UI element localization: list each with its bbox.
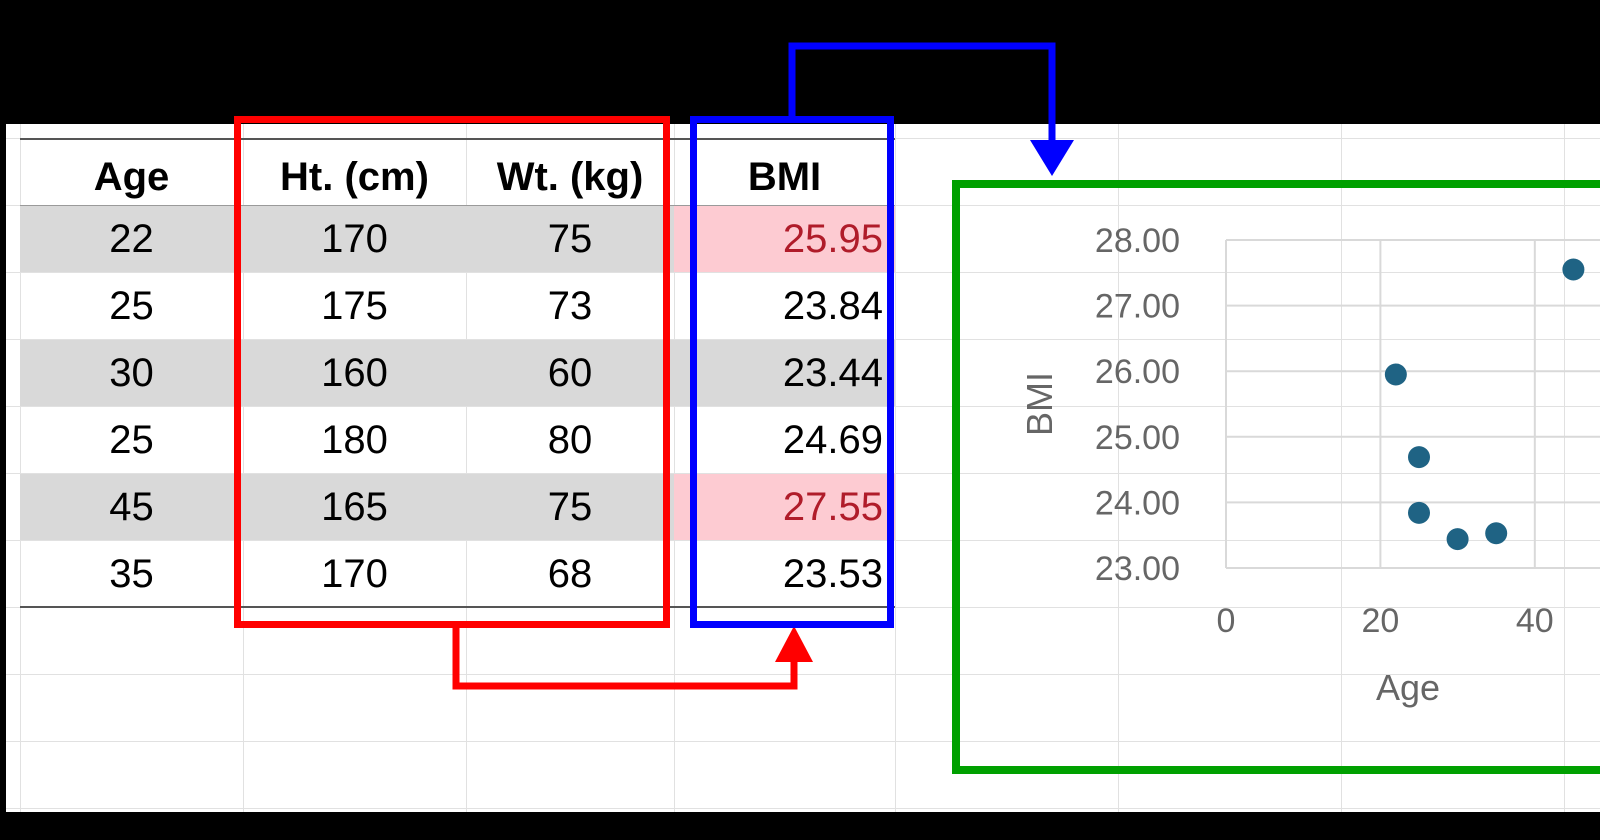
y-tick-label: 27.00 — [1095, 288, 1180, 326]
chart-svg: 28.00 27.00 26.00 25.00 24.00 23.00 0 20 40 Age BM… — [1019, 222, 1600, 708]
data-point — [1562, 258, 1585, 281]
x-tick-label: 20 — [1361, 602, 1399, 640]
output-column-highlight — [690, 116, 894, 628]
data-point — [1408, 501, 1430, 524]
x-tick-label: 40 — [1516, 602, 1554, 640]
x-tick-label: 0 — [1217, 602, 1236, 640]
x-axis-title: Age — [1376, 667, 1440, 708]
scatter-chart[interactable]: 28.00 27.00 26.00 25.00 24.00 23.00 0 20 40 Age BM… — [952, 180, 1600, 774]
data-point — [1485, 522, 1508, 545]
y-tick-label: 23.00 — [1095, 550, 1180, 588]
y-axis-title: BMI — [1019, 372, 1060, 436]
input-to-output-arrow — [452, 628, 798, 690]
data-point — [1384, 363, 1407, 386]
data-point — [1446, 528, 1469, 551]
output-arrowhead — [1030, 140, 1074, 176]
y-tick-label: 26.00 — [1095, 353, 1180, 391]
y-tick-label: 25.00 — [1095, 419, 1180, 457]
input-arrowhead — [775, 626, 813, 662]
y-tick-label: 24.00 — [1095, 484, 1180, 522]
y-tick-label: 28.00 — [1095, 222, 1180, 260]
data-point — [1408, 446, 1430, 469]
